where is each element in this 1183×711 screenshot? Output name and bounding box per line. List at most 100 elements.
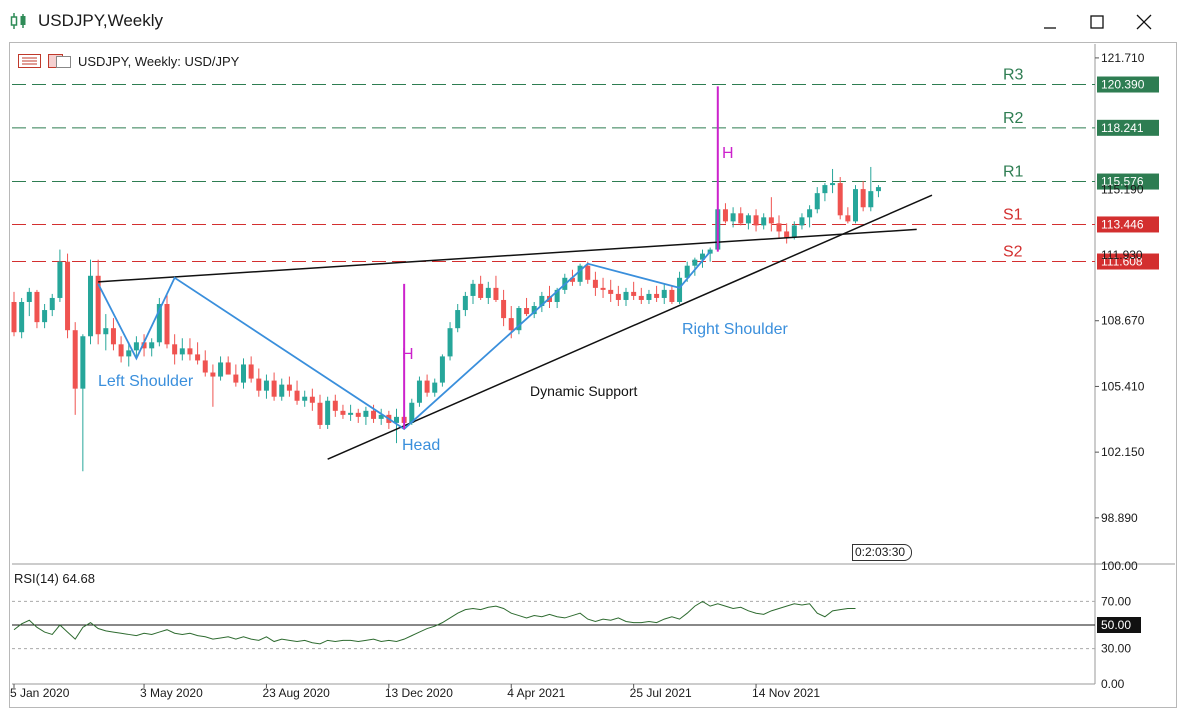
rsi-tick-label: 30.00: [1101, 642, 1131, 656]
candle-body: [669, 289, 675, 302]
candle-body: [807, 209, 813, 218]
candle-body: [241, 364, 246, 383]
left-shoulder-label: Left Shoulder: [98, 373, 194, 390]
candle-body: [868, 191, 874, 208]
candle-body: [355, 412, 361, 417]
date-tick-label: 23 Aug 2020: [262, 686, 330, 700]
candle-body: [149, 342, 155, 349]
candle-body: [623, 291, 629, 300]
dynamic-support-label: Dynamic Support: [530, 383, 637, 399]
level-name-r1: R1: [1003, 164, 1024, 181]
price-tick-label: 105.410: [1101, 379, 1145, 393]
symbol-icon[interactable]: [48, 54, 71, 68]
chart-symbol-label: USDJPY, Weekly: USD/JPY: [78, 54, 240, 69]
right-shoulder-label: Right Shoulder: [682, 321, 789, 338]
candle-body: [470, 283, 476, 296]
height-label-head: H: [402, 346, 414, 363]
candle-body: [256, 378, 262, 391]
candle-body: [34, 291, 40, 323]
head-label: Head: [402, 437, 440, 454]
candle-body: [248, 364, 254, 379]
candle-body: [286, 384, 292, 391]
candle-body: [179, 348, 185, 355]
candle-body: [218, 362, 224, 377]
price-chart[interactable]: R3120.390R2118.241R1115.576S1113.446S211…: [0, 0, 1183, 711]
candle-body: [585, 265, 591, 280]
level-tag-r3: 120.390: [1101, 78, 1145, 92]
candle-body: [195, 354, 201, 361]
candle-body: [814, 193, 820, 210]
level-name-r3: R3: [1003, 67, 1024, 84]
candle-body: [600, 287, 606, 290]
level-tag-r2: 118.241: [1101, 121, 1144, 135]
candle-body: [860, 189, 866, 208]
candle-body: [340, 410, 346, 415]
rsi-label: RSI(14) 64.68: [14, 571, 95, 586]
rsi-tick-label: 70.00: [1101, 594, 1131, 608]
candle-body: [768, 217, 774, 224]
candle-body: [65, 261, 71, 331]
candle-body: [225, 362, 231, 375]
candle-body: [432, 382, 438, 393]
level-name-s2: S2: [1003, 244, 1023, 261]
candle-body: [730, 213, 736, 222]
dynamic-support-line: [327, 194, 933, 460]
candle-body: [271, 380, 277, 397]
rsi-line: [13, 600, 856, 645]
candle-body: [722, 209, 728, 222]
candle-body: [677, 277, 683, 302]
price-tick-label: 108.670: [1101, 314, 1145, 328]
candle-body: [654, 293, 660, 298]
candle-body: [88, 275, 93, 337]
candle-body: [279, 384, 285, 397]
candle-body: [72, 330, 78, 389]
candle-body: [416, 380, 422, 403]
candle-body: [309, 396, 315, 403]
candle-body: [837, 183, 843, 216]
candle-body: [830, 183, 836, 186]
candle-body: [753, 215, 759, 226]
candle-body: [363, 410, 369, 417]
candle-body: [501, 299, 507, 319]
candle-body: [263, 380, 269, 391]
chart-header-icons: [18, 53, 74, 74]
candle-body: [524, 308, 530, 315]
date-tick-label: 5 Jan 2020: [10, 686, 70, 700]
candle-body: [439, 356, 445, 383]
candle-body: [592, 279, 598, 288]
candle-body: [791, 225, 797, 238]
candle-body: [42, 310, 48, 323]
level-tag-s1: 113.446: [1101, 217, 1144, 231]
candle-body: [348, 412, 354, 415]
candle-body: [103, 328, 109, 335]
candle-body: [57, 261, 63, 298]
date-tick-label: 25 Jul 2021: [630, 686, 692, 700]
candle-body: [761, 217, 767, 226]
candle-body: [202, 360, 208, 373]
candle-body: [317, 402, 323, 425]
candle-body: [133, 342, 139, 351]
candle-body: [233, 374, 239, 383]
candle-body: [631, 291, 637, 296]
price-tick-label: 121.710: [1101, 51, 1145, 65]
candle-body: [455, 310, 461, 329]
candle-body: [325, 400, 331, 425]
candle-body: [118, 344, 124, 357]
candle-body: [776, 223, 782, 232]
candle-body: [302, 396, 308, 401]
candle-body: [845, 215, 851, 222]
candle-body: [294, 390, 300, 401]
candle-body: [745, 215, 751, 224]
candle-body: [875, 187, 881, 192]
candle-body: [478, 283, 484, 298]
trade-panel-icon[interactable]: [18, 54, 41, 68]
candle-body: [110, 328, 116, 345]
candle-body: [80, 336, 86, 389]
price-tick-label: 98.890: [1101, 511, 1138, 525]
candle-body: [638, 295, 644, 300]
date-tick-label: 13 Dec 2020: [385, 686, 453, 700]
candle-body: [615, 293, 621, 300]
candle-body: [692, 259, 698, 266]
date-tick-label: 14 Nov 2021: [752, 686, 820, 700]
rsi-tick-label: 50.00: [1101, 618, 1131, 632]
